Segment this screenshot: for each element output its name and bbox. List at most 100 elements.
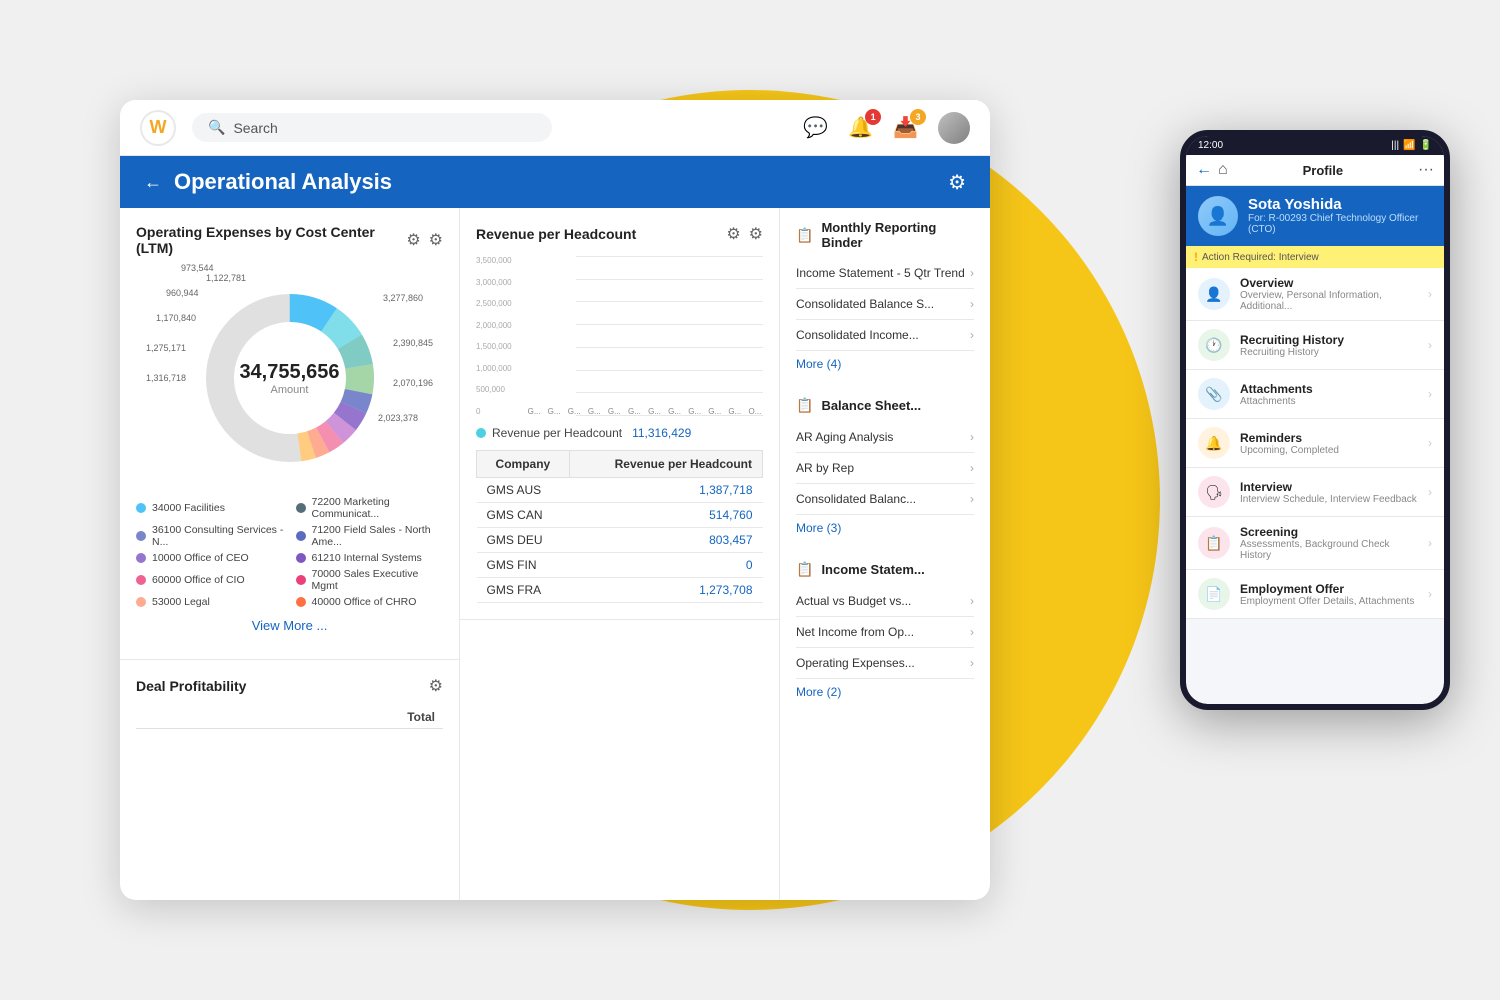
- binder-balance-title: Balance Sheet...: [821, 398, 921, 413]
- phone-profile-name: Sota Yoshida: [1248, 196, 1432, 213]
- binder-monthly-icon: 📋: [796, 227, 813, 244]
- binder-item-actual-vs-budget[interactable]: Actual vs Budget vs... ›: [796, 586, 974, 617]
- legend-label-marketing: 72200 Marketing Communicat...: [312, 496, 444, 520]
- y-axis-labels: 3,500,000 3,000,000 2,500,000 2,000,000 …: [476, 256, 512, 416]
- company-deu: GMS DEU: [477, 528, 570, 553]
- phone-menu-item-employment-offer[interactable]: 📄 Employment Offer Employment Offer Deta…: [1186, 570, 1444, 619]
- legend-dot-consulting: [136, 531, 146, 541]
- phone-time: 12:00: [1198, 140, 1223, 151]
- revenue-legend-row: Revenue per Headcount 11,316,429: [476, 426, 763, 440]
- avatar[interactable]: [938, 112, 970, 144]
- legend-item-marketing: 72200 Marketing Communicat...: [296, 496, 444, 520]
- revenue-header: Revenue per Headcount ⚙ ⚙: [476, 224, 763, 244]
- revenue-table: Company Revenue per Headcount GMS AUS 1,…: [476, 450, 763, 603]
- y-label-3000000: 3,000,000: [476, 278, 512, 287]
- view-more-link[interactable]: View More ...: [136, 608, 443, 643]
- phone-menu-item-overview[interactable]: 👤 Overview Overview, Personal Informatio…: [1186, 268, 1444, 321]
- binder-income-more[interactable]: More (2): [796, 679, 974, 705]
- header-settings-icon[interactable]: ⚙: [948, 170, 966, 195]
- bar-chart-area: G... G... G... G... G... G... G... G... …: [526, 256, 763, 416]
- chevron-icon-8: ›: [970, 625, 974, 639]
- deal-settings-icon[interactable]: ⚙: [429, 676, 443, 696]
- phone-menu-item-recruiting-history[interactable]: 🕐 Recruiting History Recruiting History …: [1186, 321, 1444, 370]
- chat-icon[interactable]: 💬: [803, 115, 828, 140]
- binder-item-ar-aging[interactable]: AR Aging Analysis ›: [796, 422, 974, 453]
- right-column: 📋 Monthly Reporting Binder Income Statem…: [780, 208, 990, 900]
- binder-item-consolidated-balance2[interactable]: Consolidated Balanc... ›: [796, 484, 974, 515]
- phone-menu-item-screening[interactable]: 📋 Screening Assessments, Background Chec…: [1186, 517, 1444, 570]
- phone-status-icons: ||| 📶 🔋: [1391, 140, 1432, 151]
- widget-header: Operating Expenses by Cost Center (LTM) …: [136, 224, 443, 256]
- phone-menu-item-reminders[interactable]: 🔔 Reminders Upcoming, Completed ›: [1186, 419, 1444, 468]
- legend-item-consulting: 36100 Consulting Services - N...: [136, 524, 284, 548]
- phone-home-button[interactable]: ⌂: [1218, 161, 1228, 179]
- bar-label-2: G...: [548, 407, 561, 416]
- workday-logo[interactable]: W: [140, 110, 176, 146]
- legend-item-fieldsales: 71200 Field Sales - North Ame...: [296, 524, 444, 548]
- y-label-1000000: 1,000,000: [476, 364, 512, 373]
- notifications-icon[interactable]: 🔔 1: [848, 115, 873, 140]
- legend-item-internal-systems: 61210 Internal Systems: [296, 552, 444, 564]
- phone-profile-avatar: 👤: [1198, 196, 1238, 236]
- segment-label-973: 973,544: [181, 263, 214, 273]
- employment-offer-chevron: ›: [1428, 587, 1432, 601]
- nav-icons: 💬 🔔 1 📥 3: [803, 112, 970, 144]
- binder-item-income-statement[interactable]: Income Statement - 5 Qtr Trend ›: [796, 258, 974, 289]
- legend-dot-facilities: [136, 503, 146, 513]
- settings-icon[interactable]: ⚙: [429, 230, 443, 250]
- revenue-filter-icon[interactable]: ⚙: [726, 224, 740, 244]
- binder-label-net-income: Net Income from Op...: [796, 625, 970, 639]
- legend-dot-internal: [296, 553, 306, 563]
- legend-dot-chro: [296, 597, 306, 607]
- segment-label-1316: 1,316,718: [146, 373, 186, 383]
- phone-profile-info: Sota Yoshida For: R-00293 Chief Technolo…: [1248, 196, 1432, 235]
- operating-expenses-widget: Operating Expenses by Cost Center (LTM) …: [120, 208, 459, 660]
- legend-item-chro: 40000 Office of CHRO: [296, 596, 444, 608]
- deal-profitability-table: Total: [136, 706, 443, 729]
- bar-col-1: G...: [526, 404, 542, 416]
- phone-back-button[interactable]: ←: [1196, 161, 1212, 179]
- binder-label-actual-vs-budget: Actual vs Budget vs...: [796, 594, 970, 608]
- binder-item-consolidated-income[interactable]: Consolidated Income... ›: [796, 320, 974, 351]
- interview-sub: Interview Schedule, Interview Feedback: [1240, 494, 1418, 505]
- attachments-icon: 📎: [1198, 378, 1230, 410]
- deal-profitability-header: Deal Profitability ⚙: [136, 676, 443, 696]
- segment-label-1: 3,277,860: [383, 293, 423, 303]
- binder-balance-more[interactable]: More (3): [796, 515, 974, 541]
- phone-wifi-icon: 📶: [1403, 140, 1415, 151]
- screening-sub: Assessments, Background Check History: [1240, 539, 1418, 561]
- legend-label-consulting: 36100 Consulting Services - N...: [152, 524, 284, 548]
- screening-text: Screening Assessments, Background Check …: [1240, 525, 1418, 561]
- chevron-icon-7: ›: [970, 594, 974, 608]
- phone-more-button[interactable]: ···: [1418, 161, 1434, 179]
- binder-item-net-income[interactable]: Net Income from Op... ›: [796, 617, 974, 648]
- segment-label-top: 960,944: [166, 288, 199, 298]
- binder-item-operating-expenses[interactable]: Operating Expenses... ›: [796, 648, 974, 679]
- company-aus: GMS AUS: [477, 478, 570, 503]
- phone-profile-role: For: R-00293 Chief Technology Officer (C…: [1248, 213, 1432, 235]
- recruiting-history-chevron: ›: [1428, 338, 1432, 352]
- y-label-500000: 500,000: [476, 385, 512, 394]
- binder-label-ar-aging: AR Aging Analysis: [796, 430, 970, 444]
- table-row: GMS FIN 0: [477, 553, 763, 578]
- widget-actions: ⚙ ⚙: [406, 230, 443, 250]
- binder-item-ar-rep[interactable]: AR by Rep ›: [796, 453, 974, 484]
- binder-monthly-more[interactable]: More (4): [796, 351, 974, 377]
- reminders-title: Reminders: [1240, 431, 1418, 445]
- binder-label-consolidated-balance: Consolidated Balance S...: [796, 297, 970, 311]
- top-nav: W 🔍 Search 💬 🔔 1 📥 3: [120, 100, 990, 156]
- legend-label-facilities: 34000 Facilities: [152, 502, 225, 514]
- back-button[interactable]: ←: [144, 172, 162, 193]
- inbox-badge: 3: [910, 109, 926, 125]
- revenue-settings-icon[interactable]: ⚙: [749, 224, 763, 244]
- deal-profitability-widget: Deal Profitability ⚙ Total: [120, 660, 459, 745]
- phone-nav-title: Profile: [1234, 163, 1412, 178]
- inbox-icon[interactable]: 📥 3: [893, 115, 918, 140]
- recruiting-history-icon: 🕐: [1198, 329, 1230, 361]
- search-bar[interactable]: 🔍 Search: [192, 113, 552, 142]
- phone-menu-item-interview[interactable]: 🗣 Interview Interview Schedule, Intervie…: [1186, 468, 1444, 517]
- filter-icon[interactable]: ⚙: [406, 230, 420, 250]
- phone-menu-item-attachments[interactable]: 📎 Attachments Attachments ›: [1186, 370, 1444, 419]
- binder-item-consolidated-balance[interactable]: Consolidated Balance S... ›: [796, 289, 974, 320]
- operating-expenses-title: Operating Expenses by Cost Center (LTM): [136, 224, 406, 256]
